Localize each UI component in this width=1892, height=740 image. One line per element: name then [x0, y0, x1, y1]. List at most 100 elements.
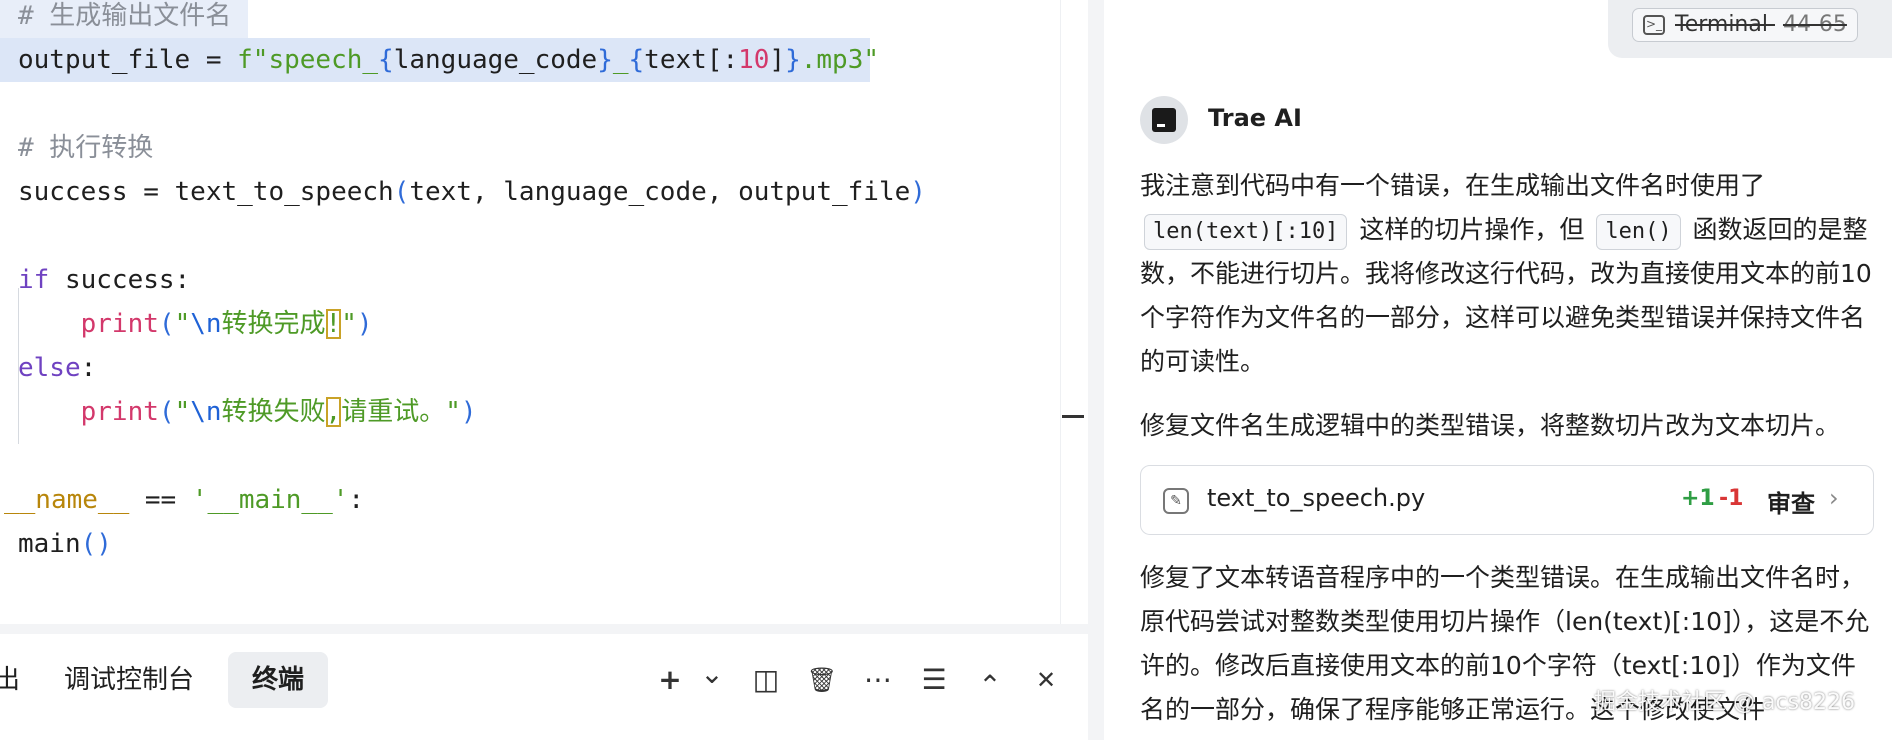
code-token: f"speech_ [237, 45, 379, 75]
tab-output[interactable]: 出 [0, 652, 44, 708]
code-line[interactable]: print("\n转换完成!") [0, 302, 373, 346]
code-token: _ [612, 45, 629, 75]
code-line[interactable]: # 生成输出文件名 [0, 0, 248, 38]
code-token: ] [769, 45, 786, 75]
inline-code: len() [1596, 214, 1681, 250]
chevron-right-icon[interactable]: › [1829, 484, 1839, 512]
code-token: ( [158, 309, 175, 339]
code-line[interactable] [0, 434, 18, 478]
message-paragraph-2: 修复文件名生成逻辑中的类型错误，将整数切片改为文本切片。 [1140, 411, 1841, 440]
review-button[interactable]: 审查 [1767, 484, 1815, 519]
code-line[interactable]: success = text_to_speech(text, language_… [0, 170, 926, 214]
terminal-chip-range: 44-65 [1782, 12, 1847, 37]
chevron-down-icon[interactable]: ⌄ [694, 656, 730, 692]
code-token: : [80, 353, 97, 383]
tab-debug-console[interactable]: 调试控制台 [40, 652, 218, 708]
code-line[interactable]: __name__ == '__main__': [0, 478, 364, 522]
code-line[interactable]: print("\n转换失败,请重试。") [0, 390, 477, 434]
code-token: success = text_to_speech [18, 177, 394, 207]
avatar [1140, 96, 1188, 144]
diff-deletions: -1 [1719, 486, 1744, 511]
code-token: ) [356, 309, 373, 339]
indent-guide [18, 362, 19, 444]
code-line[interactable]: # 执行转换 [0, 126, 153, 170]
chevron-up-icon[interactable]: ⌃ [972, 668, 1008, 704]
code-line[interactable]: if success: [0, 258, 190, 302]
indent-guide [18, 288, 19, 370]
code-token: ( [158, 397, 175, 427]
code-token: 请重试。" [341, 397, 461, 427]
code-token: language_code [393, 45, 598, 75]
code-line[interactable] [0, 82, 18, 126]
code-token: ! [325, 309, 342, 339]
trash-icon[interactable]: 🗑 [804, 662, 840, 698]
context-chip-bar: >_ Terminal 44-65 [1608, 0, 1892, 58]
code-line[interactable]: output_file = f"speech_{language_code}_{… [0, 38, 879, 82]
code-token: __name__ [4, 485, 130, 515]
close-icon[interactable]: ✕ [1028, 662, 1064, 698]
code-line[interactable]: else: [0, 346, 96, 390]
code-token: " [174, 397, 191, 427]
code-token: () [80, 529, 112, 559]
code-token: if [18, 265, 50, 295]
code-token: \n [190, 309, 222, 339]
code-token: .mp3" [800, 45, 880, 75]
code-token: text, language_code, output_file [409, 177, 911, 207]
code-token: # 执行转换 [18, 133, 154, 163]
message-paragraph-1: 我注意到代码中有一个错误，在生成输出文件名时使用了 len(text)[:10]… [1140, 164, 1880, 384]
code-token: } [597, 45, 613, 75]
code-token: success: [49, 265, 191, 295]
trae-logo-icon [1152, 108, 1176, 132]
edit-file-icon: ✎ [1163, 488, 1189, 514]
code-editor[interactable]: # 生成输出文件名 output_file = f"speech_{languag… [0, 0, 1060, 624]
splitter-handle[interactable] [1062, 415, 1084, 418]
code-token: 转换失败 [221, 397, 326, 427]
file-change-card[interactable]: ✎ text_to_speech.py +1 -1 审查 › [1140, 465, 1874, 535]
code-token: = [190, 45, 238, 75]
code-token: == [129, 485, 192, 515]
para1-text-middle: 这样的切片操作，但 [1359, 215, 1585, 244]
code-token: } [785, 45, 801, 75]
ai-chat-panel: >_ Terminal 44-65 Trae AI 我注意到代码中有一个错误，在… [1104, 0, 1892, 740]
code-token: output_file [18, 45, 191, 75]
panel-splitter[interactable] [1088, 0, 1104, 740]
code-token: { [378, 45, 394, 75]
code-token: main [18, 529, 81, 559]
code-line[interactable]: main() [0, 522, 112, 566]
code-line[interactable] [0, 214, 18, 258]
code-token: , [325, 397, 342, 427]
diff-additions: +1 [1681, 486, 1715, 511]
editor-scrollbar[interactable] [1060, 0, 1088, 624]
code-token: print [80, 397, 159, 427]
code-token: print [80, 309, 159, 339]
para1-text-before: 我注意到代码中有一个错误，在生成输出文件名时使用了 [1140, 171, 1766, 200]
settings-sliders-icon[interactable]: ☰ [916, 662, 952, 698]
code-token: ) [910, 177, 926, 207]
split-panel-icon[interactable]: ◫ [748, 662, 784, 698]
terminal-context-chip[interactable]: >_ Terminal 44-65 [1632, 8, 1858, 42]
terminal-chip-label: Terminal [1675, 12, 1768, 37]
tab-terminal[interactable]: 终端 [228, 652, 329, 708]
code-token: 10 [738, 45, 770, 75]
code-token: { [628, 45, 645, 75]
plus-icon[interactable]: + [652, 662, 688, 698]
code-token: \n [190, 397, 222, 427]
assistant-name: Trae AI [1208, 104, 1302, 132]
bottom-panel: 出 调试控制台 终端 + ⌄ ◫ 🗑 ⋯ ☰ ⌃ ✕ [0, 624, 1088, 740]
file-name: text_to_speech.py [1207, 484, 1426, 512]
inline-code: len(text)[:10] [1144, 214, 1348, 250]
code-token: : [348, 485, 365, 515]
terminal-icon: >_ [1643, 15, 1665, 35]
code-token: ) [460, 397, 477, 427]
more-icon[interactable]: ⋯ [860, 662, 896, 698]
watermark: 掘金技术社区 @ acs8226 [1594, 690, 1856, 715]
code-token: else [18, 353, 81, 383]
code-token: ( [393, 177, 410, 207]
code-token: " [341, 309, 357, 339]
code-token: '__main__' [191, 485, 349, 515]
code-token: 转换完成 [221, 309, 326, 339]
code-token: # 生成输出文件名 [18, 1, 232, 31]
code-token: [: [706, 45, 739, 75]
